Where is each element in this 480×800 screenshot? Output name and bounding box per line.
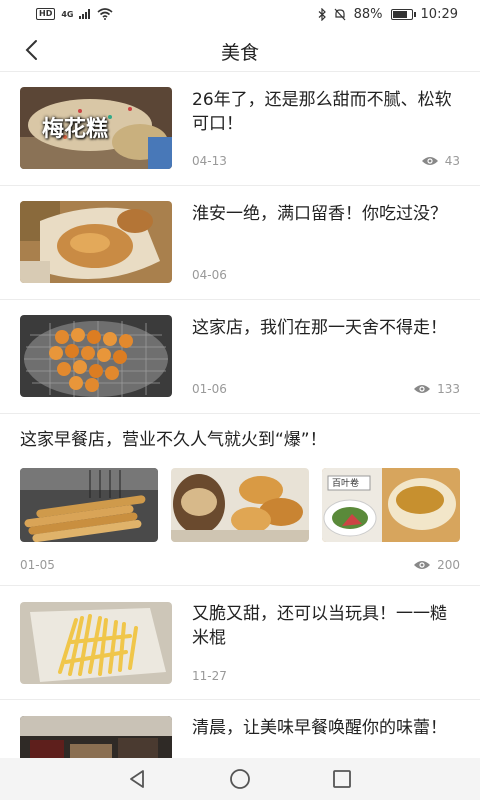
view-count-value: 200 [437,558,460,572]
article-thumbnail [171,468,309,542]
article-title[interactable]: 26年了，还是那么甜而不腻、松软可口！ [192,88,460,136]
wifi-icon [97,8,114,20]
page-title: 美食 [220,42,259,64]
article-date: 04-06 [192,268,227,282]
eye-icon [421,157,438,165]
view-count: 43 [421,154,460,168]
article-thumbnail: 梅花糕 [20,87,172,169]
view-count: 200 [413,558,460,572]
battery-percent: 88% [353,6,383,22]
article-card[interactable]: 这家店，我们在那一天舍不得走！ 01-06 133 [0,300,480,414]
network-type: 4G [61,9,74,19]
article-title[interactable]: 又脆又甜，还可以当玩具！一一糙米棍 [192,602,460,650]
eye-icon [414,561,431,569]
circle-home-icon[interactable] [225,764,255,794]
mute-bell-icon [334,8,346,20]
article-thumbnail [20,602,172,684]
article-date: 04-13 [192,154,227,168]
article-card-multi[interactable]: 这家早餐店，营业不久人气就火到“爆”！ 百叶卷 01-05 200 [0,414,480,586]
bluetooth-icon [318,7,326,21]
article-card[interactable]: 又脆又甜，还可以当玩具！一一糙米棍 11-27 [0,586,480,700]
status-right: 88% 10:29 [318,7,458,22]
article-date: 01-05 [20,558,55,572]
article-thumbnail [20,716,172,758]
battery-icon [390,8,416,20]
article-title[interactable]: 淮安一绝，满口留香！你吃过没？ [192,202,460,226]
article-thumbnail [20,468,158,542]
eye-icon [414,385,431,393]
battery-level [392,10,408,18]
article-title[interactable]: 这家早餐店，营业不久人气就火到“爆”！ [20,428,460,452]
view-count-value: 43 [444,154,460,168]
view-count: 133 [413,382,460,396]
article-card[interactable]: 淮安一绝，满口留香！你吃过没？ 04-06 [0,186,480,300]
article-date: 11-27 [192,669,227,683]
triangle-back-icon[interactable] [122,764,152,794]
article-thumbnail [20,201,172,283]
view-count-value: 133 [437,382,460,396]
article-title[interactable]: 这家店，我们在那一天舍不得走！ [192,316,460,340]
system-nav-bar [0,758,480,800]
status-left: HD 4G [36,8,114,20]
article-thumbnail [20,315,172,397]
article-thumbnail: 百叶卷 [322,468,460,542]
thumb-caption: 百叶卷 [332,479,360,489]
square-recent-icon[interactable] [327,764,357,794]
article-title[interactable]: 清晨，让美味早餐唤醒你的味蕾！ [192,716,460,740]
hd-badge: HD [36,8,56,20]
article-card[interactable]: 梅花糕 26年了，还是那么甜而不腻、松软可口！ 04-13 43 [0,72,480,186]
clock: 10:29 [420,6,458,22]
article-feed[interactable]: 梅花糕 26年了，还是那么甜而不腻、松软可口！ 04-13 43 淮安一绝，满口… [0,72,480,758]
signal-icon [79,9,91,19]
app-header: 美食 [0,28,480,72]
status-bar: HD 4G 88% 10:29 [0,0,480,28]
article-date: 01-06 [192,382,227,396]
thumb-caption: 梅花糕 [42,116,109,142]
article-card[interactable]: 清晨，让美味早餐唤醒你的味蕾！ [0,700,480,758]
